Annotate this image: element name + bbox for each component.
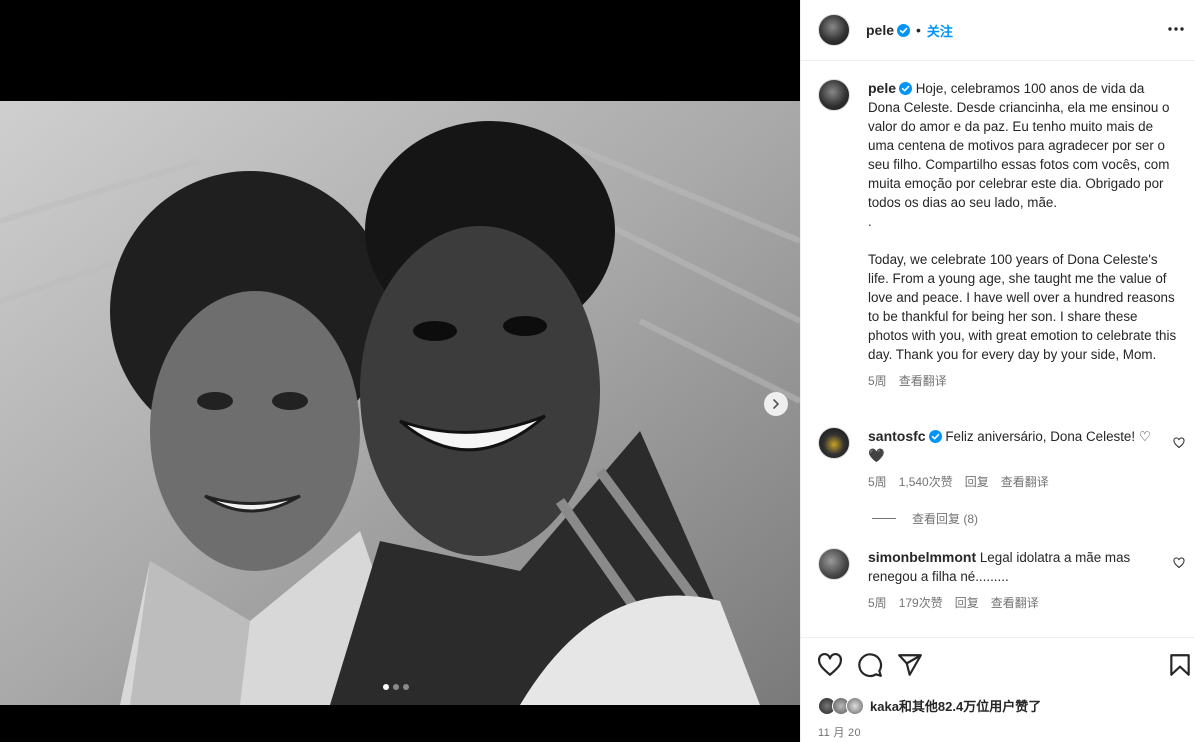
post-side-panel: pele • 关注 pele Hoje, celebramos 100 anos… xyxy=(800,0,1194,742)
caption-translate-link[interactable]: 查看翻译 xyxy=(899,372,947,391)
verified-badge-icon xyxy=(928,430,942,443)
comment-text: simonbelmmont Legal idolatra a mãe mas r… xyxy=(868,548,1158,586)
separator-dot: • xyxy=(916,22,921,38)
post-actions: kaka和其他82.4万位用户赞了 11 月 20 xyxy=(801,637,1194,743)
caption-meta: 5周 查看翻译 xyxy=(868,372,1178,391)
comment-time: 5周 xyxy=(868,475,887,489)
media-pane xyxy=(0,0,800,742)
carousel-dot-2 xyxy=(393,684,399,690)
comment-avatar[interactable] xyxy=(818,427,850,459)
instagram-post-view: pele • 关注 pele Hoje, celebramos 100 anos… xyxy=(0,0,1194,742)
post-header: pele • 关注 xyxy=(801,0,1194,61)
carousel-dot-3 xyxy=(403,684,409,690)
comment-reply-button[interactable]: 回复 xyxy=(955,594,979,613)
carousel-next-button[interactable] xyxy=(764,392,788,416)
comment-time: 5周 xyxy=(868,596,887,610)
caption-text: pele Hoje, celebramos 100 anos de vida d… xyxy=(868,79,1178,364)
comment-body: santosfc Feliz aniversário, Dona Celeste… xyxy=(868,427,1158,492)
comment-icon[interactable] xyxy=(857,652,883,678)
verified-badge-icon xyxy=(899,82,913,95)
comment-reply-button[interactable]: 回复 xyxy=(965,473,989,492)
comment-likes-count[interactable]: 179次赞 xyxy=(899,594,943,613)
likes-summary[interactable]: kaka和其他82.4万位用户赞了 xyxy=(818,696,1041,715)
caption-content: Hoje, celebramos 100 anos de vida da Don… xyxy=(868,81,1177,362)
comment-meta: 5周 1,540次赞 回复 查看翻译 xyxy=(868,473,1158,492)
comment-avatar[interactable] xyxy=(818,548,850,580)
caption-time: 5周 xyxy=(868,374,887,388)
carousel-indicator xyxy=(383,684,409,690)
author-info: pele • 关注 xyxy=(866,21,953,40)
comments-list[interactable]: pele Hoje, celebramos 100 anos de vida d… xyxy=(801,61,1194,637)
comment-like-heart-icon[interactable] xyxy=(1173,557,1185,569)
bookmark-icon[interactable] xyxy=(1167,652,1193,678)
comment-meta: 5周 179次赞 回复 查看翻译 xyxy=(868,594,1158,613)
liker-avatar xyxy=(846,696,864,715)
comment-like-heart-icon[interactable] xyxy=(1173,437,1185,449)
comment-item: santosfc Feliz aniversário, Dona Celeste… xyxy=(818,427,1158,492)
carousel-dot-1 xyxy=(383,684,389,690)
comment-item: simonbelmmont Legal idolatra a mãe mas r… xyxy=(818,548,1158,613)
caption-avatar[interactable] xyxy=(818,79,850,111)
comment-likes-count[interactable]: 1,540次赞 xyxy=(899,473,953,492)
caption-username[interactable]: pele xyxy=(868,80,896,96)
more-options-icon[interactable] xyxy=(1165,18,1187,40)
author-username[interactable]: pele xyxy=(866,22,894,38)
caption-body: pele Hoje, celebramos 100 anos de vida d… xyxy=(868,79,1178,391)
post-photo xyxy=(0,101,800,705)
heart-icon[interactable] xyxy=(817,652,843,678)
caption-entry: pele Hoje, celebramos 100 anos de vida d… xyxy=(818,79,1178,391)
comment-text: santosfc Feliz aniversário, Dona Celeste… xyxy=(868,427,1158,465)
follow-button[interactable]: 关注 xyxy=(927,21,953,40)
share-icon[interactable] xyxy=(897,652,923,678)
comment-translate-link[interactable]: 查看翻译 xyxy=(991,594,1039,613)
post-date: 11 月 20 xyxy=(818,727,861,739)
comment-username[interactable]: simonbelmmont xyxy=(868,549,976,565)
chevron-right-icon xyxy=(773,399,779,409)
verified-badge-icon xyxy=(897,23,911,37)
comment-translate-link[interactable]: 查看翻译 xyxy=(1001,473,1049,492)
comment-body: simonbelmmont Legal idolatra a mãe mas r… xyxy=(868,548,1158,613)
likes-text: kaka和其他82.4万位用户赞了 xyxy=(870,699,1042,714)
comment-username[interactable]: santosfc xyxy=(868,428,926,444)
view-replies-label: 查看回复 (8) xyxy=(912,512,979,526)
view-replies-button[interactable]: 查看回复 (8) xyxy=(872,510,978,527)
author-avatar[interactable] xyxy=(818,14,850,46)
view-replies-line xyxy=(872,518,896,519)
